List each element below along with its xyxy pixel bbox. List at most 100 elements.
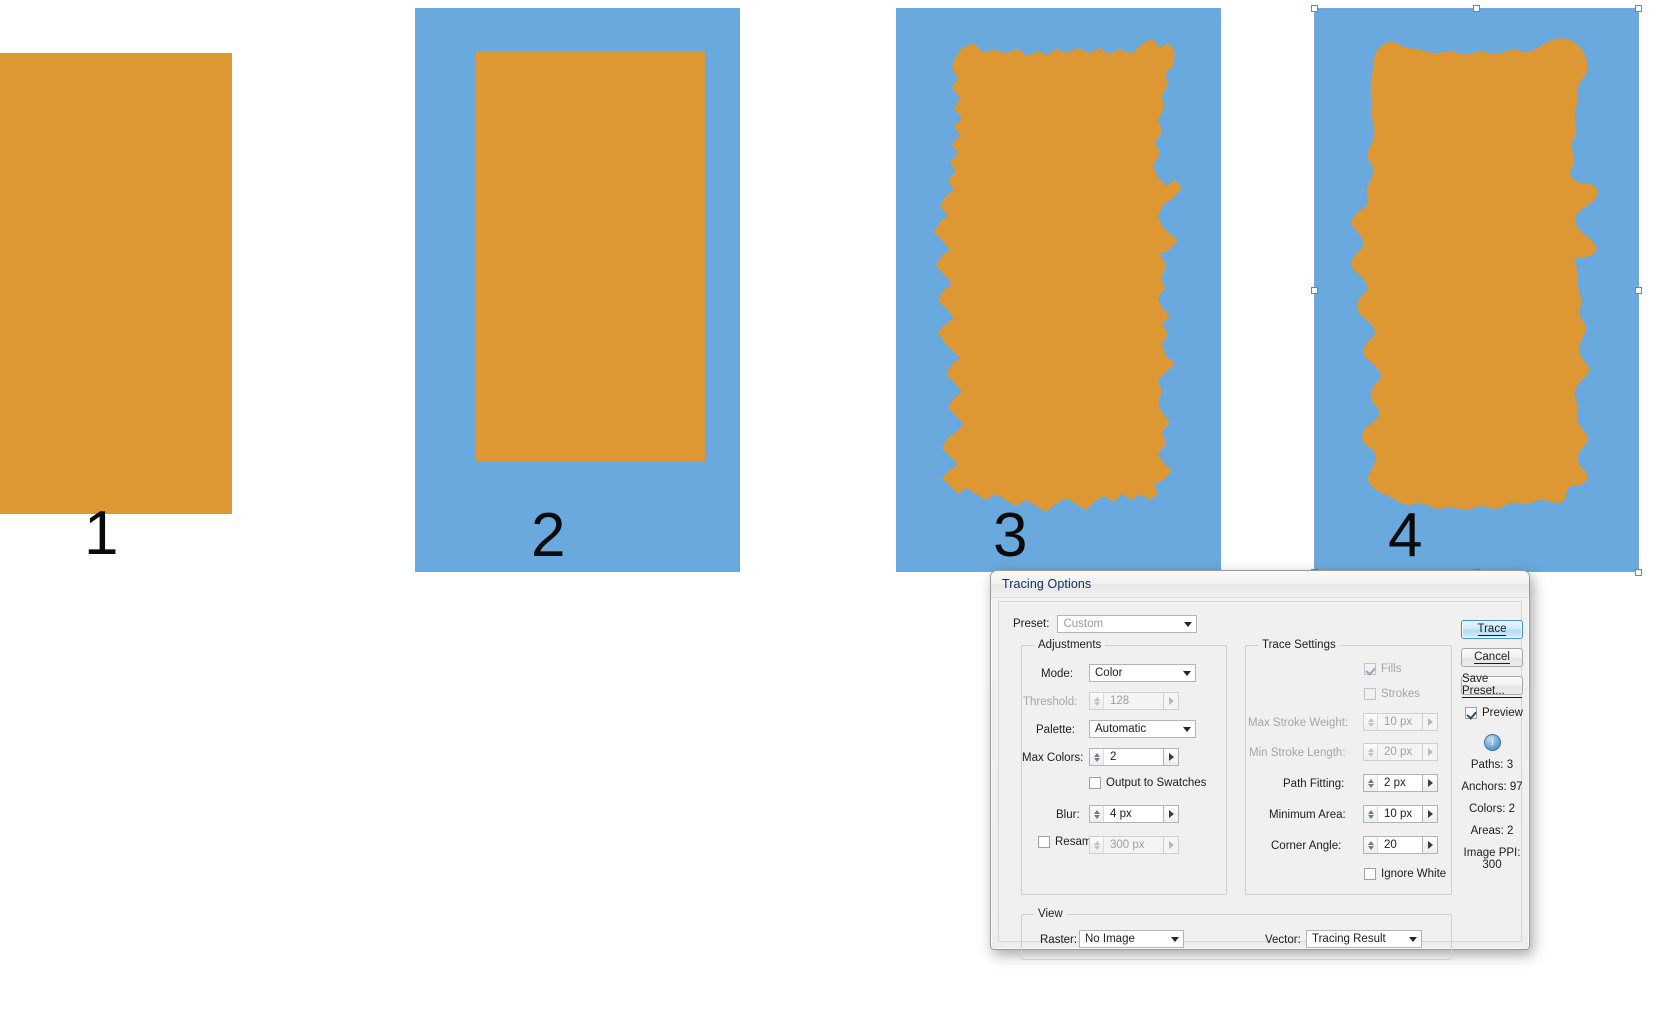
corner-angle-input[interactable]: 20 bbox=[1363, 836, 1423, 854]
minimum-area-stepper[interactable] bbox=[1364, 806, 1378, 822]
corner-angle-label: Corner Angle: bbox=[1271, 840, 1342, 852]
blur-field: 4 px bbox=[1089, 805, 1179, 823]
max-colors-value: 2 bbox=[1110, 751, 1117, 763]
ignore-white-checkbox[interactable]: Ignore White bbox=[1364, 868, 1446, 880]
dialog-title: Tracing Options bbox=[1002, 577, 1092, 591]
stepper-up-icon[interactable] bbox=[1367, 778, 1374, 783]
action-column: Trace Cancel Save Preset... Preview i Pa… bbox=[1461, 612, 1523, 952]
cancel-button-label: Cancel bbox=[1474, 650, 1510, 665]
chevron-down-icon bbox=[1409, 937, 1417, 942]
blur-stepper[interactable] bbox=[1090, 806, 1104, 822]
chevron-down-icon bbox=[1183, 727, 1191, 732]
max-colors-stepper[interactable] bbox=[1090, 749, 1104, 765]
figure-4-caption: 4 bbox=[1388, 501, 1423, 570]
mode-label: Mode: bbox=[1041, 668, 1073, 680]
minimum-area-value: 10 px bbox=[1384, 808, 1413, 820]
stepper-down-icon bbox=[1093, 701, 1100, 706]
stepper-down-icon[interactable] bbox=[1367, 845, 1374, 850]
stepper-up-icon[interactable] bbox=[1093, 752, 1100, 757]
stepper-down-icon[interactable] bbox=[1093, 757, 1100, 762]
blur-input[interactable]: 4 px bbox=[1089, 805, 1164, 823]
palette-label: Palette: bbox=[1036, 724, 1075, 736]
threshold-stepper bbox=[1090, 693, 1104, 709]
stepper-down-icon[interactable] bbox=[1093, 814, 1100, 819]
checkbox-box bbox=[1038, 836, 1050, 848]
caret-right-icon bbox=[1427, 779, 1433, 787]
corner-angle-slider-button[interactable] bbox=[1423, 836, 1438, 854]
stepper-down-icon bbox=[1367, 752, 1374, 757]
checkbox-box bbox=[1465, 707, 1477, 719]
trace-button-label: Trace bbox=[1477, 622, 1507, 637]
max-stroke-weight-value: 10 px bbox=[1384, 716, 1413, 728]
ignore-white-label: Ignore White bbox=[1381, 868, 1447, 880]
preset-row: Preset: Custom bbox=[1013, 615, 1198, 633]
preset-select[interactable]: Custom bbox=[1057, 615, 1198, 633]
caret-right-icon bbox=[1168, 841, 1174, 849]
blur-label: Blur: bbox=[1056, 809, 1080, 821]
preset-label: Preset: bbox=[1013, 618, 1050, 630]
output-to-swatches-checkbox[interactable]: Output to Swatches bbox=[1089, 777, 1206, 789]
minimum-area-label: Minimum Area: bbox=[1269, 809, 1346, 821]
path-fitting-input[interactable]: 2 px bbox=[1363, 774, 1423, 792]
selection-handle-top-right[interactable] bbox=[1635, 5, 1642, 12]
dialog-body: Preset: Custom Adjustments Mode: Color T… bbox=[998, 601, 1523, 960]
caret-right-icon bbox=[1427, 748, 1433, 756]
selection-handle-middle-right[interactable] bbox=[1635, 287, 1642, 294]
minimum-area-input[interactable]: 10 px bbox=[1363, 805, 1423, 823]
path-fitting-slider-button[interactable] bbox=[1423, 774, 1438, 792]
stepper-up-icon[interactable] bbox=[1367, 840, 1374, 845]
info-icon: i bbox=[1484, 734, 1501, 751]
checkbox-box bbox=[1364, 663, 1376, 675]
threshold-input: 128 bbox=[1089, 692, 1164, 710]
fills-label: Fills bbox=[1381, 663, 1402, 675]
stat-colors: Colors: 2 bbox=[1468, 803, 1516, 815]
caret-right-icon bbox=[1168, 810, 1174, 818]
stepper-down-icon bbox=[1093, 845, 1100, 850]
figure-3-traced-shape-angular bbox=[934, 39, 1182, 512]
info-glyph: i bbox=[1490, 736, 1495, 748]
stepper-down-icon[interactable] bbox=[1367, 814, 1374, 819]
output-to-swatches-label: Output to Swatches bbox=[1106, 777, 1207, 789]
raster-select[interactable]: No Image bbox=[1079, 930, 1184, 948]
cancel-button[interactable]: Cancel bbox=[1461, 648, 1523, 667]
path-fitting-stepper[interactable] bbox=[1364, 775, 1378, 791]
stepper-up-icon[interactable] bbox=[1367, 809, 1374, 814]
palette-value: Automatic bbox=[1095, 723, 1147, 735]
preview-label: Preview bbox=[1482, 707, 1523, 719]
minimum-area-slider-button[interactable] bbox=[1423, 805, 1438, 823]
fills-checkbox: Fills bbox=[1364, 663, 1401, 675]
raster-value: No Image bbox=[1085, 933, 1135, 945]
figure-1-caption: 1 bbox=[84, 499, 119, 568]
blur-slider-button[interactable] bbox=[1164, 805, 1179, 823]
resample-field: 300 px bbox=[1089, 836, 1179, 854]
max-stroke-weight-input: 10 px bbox=[1363, 713, 1423, 731]
stepper-up-icon[interactable] bbox=[1093, 809, 1100, 814]
stepper-down-icon[interactable] bbox=[1367, 783, 1374, 788]
threshold-slider-button bbox=[1164, 692, 1179, 710]
save-preset-button[interactable]: Save Preset... bbox=[1461, 673, 1523, 699]
selection-handle-top-left[interactable] bbox=[1311, 5, 1318, 12]
vector-select[interactable]: Tracing Result bbox=[1306, 930, 1422, 948]
save-preset-button-label: Save Preset... bbox=[1462, 673, 1522, 699]
palette-select[interactable]: Automatic bbox=[1089, 720, 1196, 738]
stat-paths: Paths: 3 bbox=[1470, 759, 1514, 771]
mode-select[interactable]: Color bbox=[1089, 664, 1196, 682]
selection-handle-middle-left[interactable] bbox=[1311, 287, 1318, 294]
max-colors-slider-button[interactable] bbox=[1164, 748, 1179, 766]
blur-value: 4 px bbox=[1110, 808, 1132, 820]
selection-handle-bottom-right[interactable] bbox=[1635, 569, 1642, 576]
dialog-titlebar[interactable]: Tracing Options bbox=[991, 571, 1529, 598]
trace-button[interactable]: Trace bbox=[1461, 620, 1523, 639]
corner-angle-stepper[interactable] bbox=[1364, 837, 1378, 853]
stat-anchors: Anchors: 97 bbox=[1461, 781, 1523, 793]
vector-label: Vector: bbox=[1265, 934, 1301, 946]
corner-angle-field: 20 bbox=[1363, 836, 1438, 854]
max-colors-input[interactable]: 2 bbox=[1089, 748, 1164, 766]
caret-right-icon bbox=[1427, 841, 1433, 849]
preview-checkbox[interactable]: Preview bbox=[1465, 707, 1523, 719]
checkbox-box bbox=[1364, 688, 1376, 700]
max-stroke-weight-stepper bbox=[1364, 714, 1378, 730]
max-colors-field: 2 bbox=[1089, 748, 1179, 766]
selection-handle-top-center[interactable] bbox=[1473, 5, 1480, 12]
min-stroke-length-slider-button bbox=[1423, 743, 1438, 761]
